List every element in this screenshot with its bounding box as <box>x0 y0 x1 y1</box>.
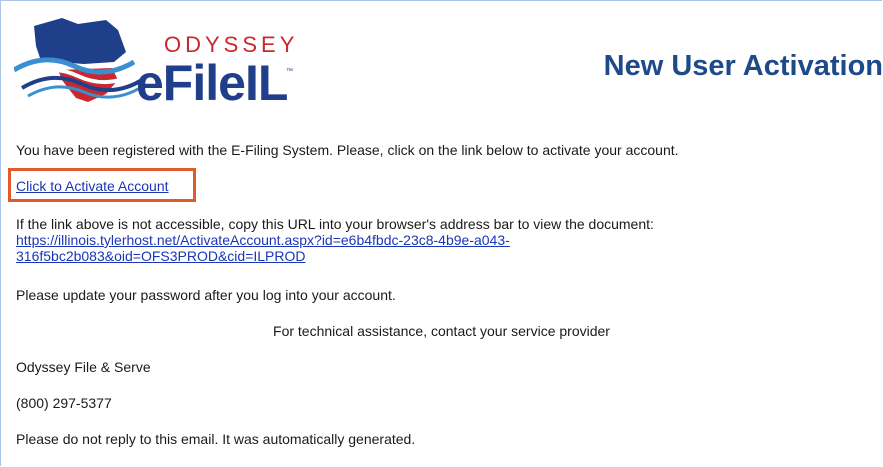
page-title: New User Activation <box>603 50 883 82</box>
password-note: Please update your password after you lo… <box>16 287 396 303</box>
logo-efileil-text: eFileIL <box>136 55 288 111</box>
fallback-text: If the link above is not accessible, cop… <box>16 216 654 232</box>
tech-assistance-text: For technical assistance, contact your s… <box>273 323 610 339</box>
no-reply-note: Please do not reply to this email. It wa… <box>16 431 416 447</box>
activate-account-link[interactable]: Click to Activate Account <box>16 178 169 194</box>
email-header: ODYSSEY eFileIL ™ New User Activation <box>0 0 883 112</box>
logo-trademark: ™ <box>286 68 293 75</box>
activation-url-line2: 316f5bc2b083&oid=OFS3PROD&cid=ILPROD <box>16 248 306 264</box>
phone-number: (800) 297-5377 <box>16 395 112 411</box>
activation-url-line1: https://illinois.tylerhost.net/ActivateA… <box>16 232 510 248</box>
intro-text: You have been registered with the E-Fili… <box>16 142 679 158</box>
efileil-logo: ODYSSEY eFileIL ™ <box>14 12 304 112</box>
signature-text: Odyssey File & Serve <box>16 359 151 375</box>
activation-url-link[interactable]: https://illinois.tylerhost.net/ActivateA… <box>16 232 510 264</box>
